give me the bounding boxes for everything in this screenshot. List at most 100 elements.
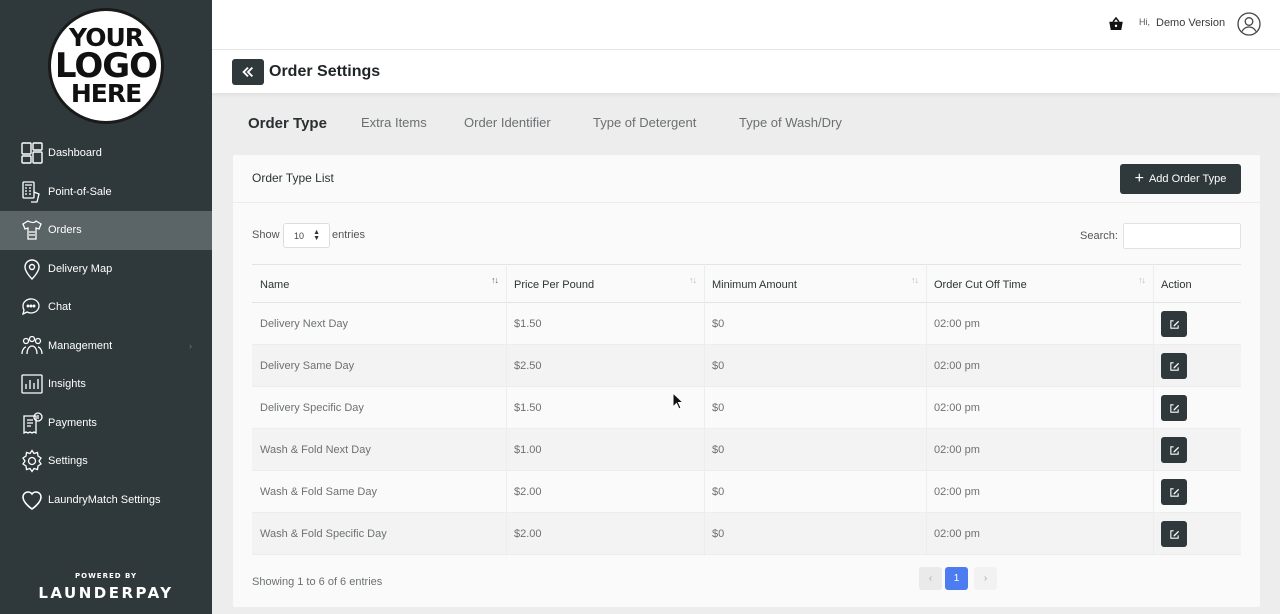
- plus-icon: +: [1134, 170, 1144, 187]
- cell-name: Wash & Fold Specific Day: [260, 528, 387, 540]
- sort-icon: ↑↓: [491, 275, 499, 285]
- tab-extra-items[interactable]: Extra Items: [361, 115, 427, 130]
- pagination-previous-button[interactable]: ‹: [919, 567, 942, 590]
- cell-name: Delivery Specific Day: [260, 402, 364, 414]
- point-of-sale-icon: [20, 180, 44, 204]
- table-header: Name ↑↓ Price Per Pound ↑↓ Minimum Amoun…: [252, 264, 1241, 303]
- brand-logo: LAUNDERPAY: [38, 584, 174, 602]
- avatar-icon[interactable]: [1237, 12, 1261, 36]
- sidebar-item-laundrymatch-settings[interactable]: LaundryMatch Settings: [0, 481, 212, 520]
- edit-button[interactable]: [1161, 353, 1187, 379]
- heart-icon: [20, 488, 44, 512]
- chat-icon: [20, 295, 44, 319]
- select-arrows-icon: ▲ ▼: [313, 229, 320, 242]
- logo-line-2: LOGO: [54, 45, 158, 86]
- table-row: Delivery Next Day $1.50 $0 02:00 pm: [252, 303, 1241, 345]
- add-order-type-button[interactable]: + Add Order Type: [1120, 164, 1241, 194]
- edit-button[interactable]: [1161, 479, 1187, 505]
- sidebar-item-chat[interactable]: Chat: [0, 288, 212, 327]
- page-length-select[interactable]: 10 ▲ ▼: [283, 223, 330, 248]
- edit-icon: [1169, 445, 1179, 455]
- edit-icon: [1169, 361, 1179, 371]
- column-header-minimum[interactable]: Minimum Amount ↑↓: [704, 265, 926, 304]
- cell-name: Delivery Same Day: [260, 360, 355, 372]
- sidebar-item-point-of-sale[interactable]: Point-of-Sale: [0, 173, 212, 212]
- dashboard-icon: [20, 141, 44, 165]
- sidebar-item-orders[interactable]: Orders: [0, 211, 212, 250]
- insights-icon: [20, 372, 44, 396]
- greeting-label: Hi,: [1139, 17, 1150, 27]
- logo-line-3: HERE: [70, 79, 142, 109]
- edit-button[interactable]: [1161, 311, 1187, 337]
- mouse-pointer-icon: [672, 392, 684, 410]
- sidebar-item-label: Settings: [48, 455, 88, 468]
- powered-by-label: POWERED BY: [74, 572, 138, 580]
- column-header-name[interactable]: Name ↑↓: [252, 265, 506, 304]
- cell-minimum: $0: [712, 444, 725, 456]
- pagination-page-button[interactable]: 1: [945, 567, 968, 590]
- cell-minimum: $0: [712, 318, 725, 330]
- cell-price: $2.00: [514, 528, 542, 540]
- tab-order-type[interactable]: Order Type: [248, 115, 327, 132]
- double-chevron-left-icon: [242, 66, 254, 78]
- sidebar-item-delivery-map[interactable]: Delivery Map: [0, 250, 212, 289]
- column-label: Minimum Amount: [712, 278, 797, 291]
- search-input[interactable]: [1123, 223, 1241, 249]
- page-header: Order Settings: [212, 49, 1280, 93]
- payments-icon: [20, 411, 44, 435]
- edit-button[interactable]: [1161, 395, 1187, 421]
- tab-type-of-wash-dry[interactable]: Type of Wash/Dry: [739, 115, 842, 130]
- sidebar: YOUR LOGO HERE Dashboard Point-of-Sale O…: [0, 0, 212, 614]
- cell-name: Wash & Fold Same Day: [260, 486, 377, 498]
- sidebar-item-label: Insights: [48, 378, 86, 391]
- table-row: Delivery Specific Day $1.50 $0 02:00 pm: [252, 387, 1241, 429]
- sidebar-item-settings[interactable]: Settings: [0, 442, 212, 481]
- edit-button[interactable]: [1161, 437, 1187, 463]
- edit-icon: [1169, 487, 1179, 497]
- column-label: Order Cut Off Time: [934, 278, 1027, 291]
- sidebar-item-insights[interactable]: Insights: [0, 365, 212, 404]
- sidebar-item-management[interactable]: Management ›: [0, 327, 212, 366]
- column-divider: [1153, 264, 1154, 556]
- basket-icon[interactable]: [1107, 15, 1125, 33]
- logo[interactable]: YOUR LOGO HERE: [48, 8, 164, 124]
- cell-price: $1.00: [514, 444, 542, 456]
- edit-button[interactable]: [1161, 521, 1187, 547]
- column-label: Name: [260, 278, 290, 291]
- chevron-right-icon: ›: [189, 340, 192, 351]
- tab-type-of-detergent[interactable]: Type of Detergent: [593, 115, 696, 130]
- cell-cutoff: 02:00 pm: [934, 528, 980, 540]
- order-type-table: Name ↑↓ Price Per Pound ↑↓ Minimum Amoun…: [252, 264, 1241, 555]
- cell-cutoff: 02:00 pm: [934, 360, 980, 372]
- cell-cutoff: 02:00 pm: [934, 402, 980, 414]
- column-label: Price Per Pound: [514, 278, 595, 291]
- column-divider: [506, 264, 507, 556]
- sidebar-item-payments[interactable]: Payments: [0, 404, 212, 443]
- page-title: Order Settings: [269, 63, 381, 80]
- cell-price: $1.50: [514, 402, 542, 414]
- sidebar-nav: Dashboard Point-of-Sale Orders Delivery …: [0, 134, 212, 519]
- column-divider: [704, 264, 705, 556]
- gear-icon: [20, 449, 44, 473]
- sidebar-item-dashboard[interactable]: Dashboard: [0, 134, 212, 173]
- column-divider: [926, 264, 927, 556]
- cell-minimum: $0: [712, 402, 725, 414]
- sidebar-item-label: Point-of-Sale: [48, 185, 112, 198]
- search-label: Search:: [1080, 230, 1118, 242]
- user-name[interactable]: Demo Version: [1156, 17, 1225, 29]
- cell-minimum: $0: [712, 486, 725, 498]
- topbar: Hi, Demo Version: [212, 0, 1280, 49]
- column-header-cutoff[interactable]: Order Cut Off Time ↑↓: [926, 265, 1153, 304]
- order-type-card: Order Type List + Add Order Type Show 10…: [233, 155, 1260, 607]
- management-icon: [20, 334, 44, 358]
- sidebar-item-label: Chat: [48, 301, 72, 314]
- tab-order-identifier[interactable]: Order Identifier: [464, 115, 551, 130]
- sort-icon: ↑↓: [1138, 275, 1146, 285]
- back-button[interactable]: [232, 59, 264, 85]
- cell-name: Wash & Fold Next Day: [260, 444, 371, 456]
- pagination-next-button[interactable]: ›: [974, 567, 997, 590]
- column-header-price[interactable]: Price Per Pound ↑↓: [506, 265, 704, 304]
- cell-cutoff: 02:00 pm: [934, 486, 980, 498]
- edit-icon: [1169, 319, 1179, 329]
- add-order-type-label: Add Order Type: [1148, 173, 1227, 185]
